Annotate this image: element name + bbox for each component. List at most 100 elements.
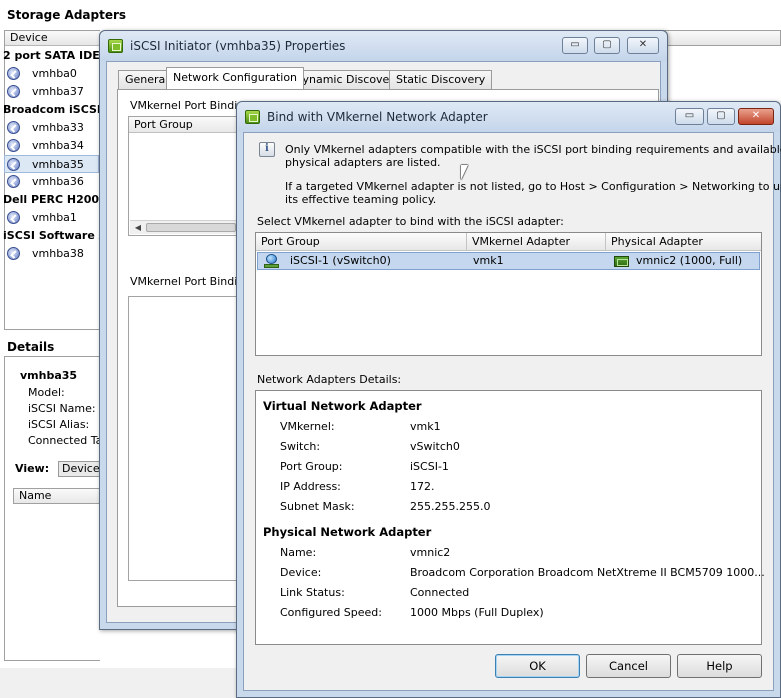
name-key: Name: [280, 546, 317, 559]
subnet-mask-key: Subnet Mask: [280, 500, 355, 513]
maximize-button[interactable]: ▢ [594, 37, 620, 54]
bind-vmkernel-dialog: Bind with VMkernel Network Adapter ▭ ▢ ✕… [236, 101, 781, 698]
minimize-button[interactable]: ▭ [562, 37, 588, 54]
adapter-group[interactable]: Dell PERC H200 I [3, 191, 107, 209]
adapter-label: vmhba36 [32, 175, 84, 188]
vmkernel-adapter-column-header[interactable]: VMkernel Adapter [467, 233, 606, 251]
adapter-label: vmhba38 [32, 247, 84, 260]
port-group-value: iSCSI-1 [410, 460, 449, 473]
row-port-group: iSCSI-1 (vSwitch0) [290, 254, 391, 267]
ip-address-key: IP Address: [280, 480, 341, 493]
adapter-row[interactable]: vmhba33 [7, 119, 84, 137]
row-vmkernel-adapter: vmk1 [473, 254, 504, 267]
adapter-icon [7, 139, 20, 152]
switch-key: Switch: [280, 440, 321, 453]
adapter-row[interactable]: vmhba1 [7, 209, 77, 227]
adapter-row-selected[interactable]: vmhba35 [4, 155, 99, 173]
info-text-line2: physical adapters are listed. [285, 156, 441, 169]
adapter-label: vmhba0 [32, 67, 77, 80]
port-group-column-header[interactable]: Port Group [256, 233, 467, 251]
minimize-button[interactable]: ▭ [675, 108, 704, 125]
adapter-row[interactable]: vmhba38 [7, 245, 84, 263]
adapter-label: vmhba34 [32, 139, 84, 152]
adapter-icon [7, 211, 20, 224]
network-adapters-details: Virtual Network Adapter VMkernel: vmk1 S… [255, 390, 765, 645]
adapter-icon [7, 158, 20, 171]
name-column-header[interactable]: Name [13, 488, 100, 504]
port-group-icon [264, 254, 279, 268]
mouse-cursor-icon [461, 165, 468, 180]
adapter-icon [7, 67, 20, 80]
adapter-row[interactable]: vmhba0 [7, 65, 77, 83]
adapter-row[interactable]: vmhba34 [7, 137, 84, 155]
scroll-thumb[interactable] [146, 223, 236, 232]
device-key: Device: [280, 566, 322, 579]
ip-address-value: 172. [410, 480, 435, 493]
maximize-button[interactable]: ▢ [707, 108, 735, 125]
bind-titlebar[interactable]: Bind with VMkernel Network Adapter ▭ ▢ ✕ [237, 102, 780, 132]
physical-adapter-column-header[interactable]: Physical Adapter [606, 233, 761, 251]
details-iscsi-name-label: iSCSI Name: [28, 402, 96, 415]
switch-value: vSwitch0 [410, 440, 460, 453]
cancel-button[interactable]: Cancel [586, 654, 671, 678]
scroll-left-icon[interactable]: ◀ [132, 222, 144, 233]
horizontal-scrollbar[interactable]: ◀ [130, 220, 246, 234]
details-adapter-name: vmhba35 [20, 369, 78, 382]
name-value: vmnic2 [410, 546, 451, 559]
adapter-row[interactable]: vmhba36 [7, 173, 84, 191]
port-binding-details-box [128, 296, 248, 581]
ok-button[interactable]: OK [495, 654, 580, 678]
adapter-group[interactable]: iSCSI Software A [3, 227, 107, 245]
info-text-line3: If a targeted VMkernel adapter is not li… [285, 180, 781, 193]
adapter-group[interactable]: Broadcom iSCSI [3, 101, 101, 119]
vmkernel-adapter-grid[interactable]: Port Group VMkernel Adapter Physical Ada… [255, 232, 762, 356]
subnet-mask-value: 255.255.255.0 [410, 500, 491, 513]
details-model-label: Model: [28, 386, 65, 399]
table-row-selected[interactable]: iSCSI-1 (vSwitch0) vmk1 vmnic2 (1000, Fu… [257, 252, 760, 270]
vmkernel-port-binding-details-label: VMkernel Port Binding [130, 275, 252, 288]
configured-speed-value: 1000 Mbps (Full Duplex) [410, 606, 544, 619]
adapter-icon [7, 85, 20, 98]
bottom-strip [0, 668, 240, 698]
info-icon [259, 142, 275, 157]
device-column-header[interactable]: Device [5, 31, 100, 46]
info-text-line4: its effective teaming policy. [285, 193, 437, 206]
adapter-label: vmhba33 [32, 121, 84, 134]
info-text-line1: Only VMkernel adapters compatible with t… [285, 143, 781, 156]
device-value: Broadcom Corporation Broadcom NetXtreme … [410, 566, 765, 579]
storage-adapters-title: Storage Adapters [7, 8, 127, 22]
adapter-label: vmhba1 [32, 211, 77, 224]
details-iscsi-alias-label: iSCSI Alias: [28, 418, 90, 431]
vmkernel-key: VMkernel: [280, 420, 335, 433]
properties-titlebar[interactable]: iSCSI Initiator (vmhba35) Properties ▭ ▢… [100, 31, 667, 61]
grid-header-extension [660, 30, 781, 46]
port-group-column-header[interactable]: Port Group [129, 117, 247, 133]
port-group-key: Port Group: [280, 460, 343, 473]
virtual-adapter-heading: Virtual Network Adapter [263, 399, 422, 413]
adapter-group[interactable]: 2 port SATA IDE [3, 47, 100, 65]
bind-title: Bind with VMkernel Network Adapter [267, 110, 488, 124]
details-title: Details [7, 340, 55, 354]
adapter-icon [7, 121, 20, 134]
configured-speed-key: Configured Speed: [280, 606, 382, 619]
view-label: View: [15, 462, 50, 475]
link-status-value: Connected [410, 586, 470, 599]
row-physical-adapter-cell: vmnic2 (1000, Full) [608, 253, 758, 269]
adapter-row[interactable]: vmhba37 [7, 83, 84, 101]
nic-icon [614, 256, 629, 267]
close-button[interactable]: ✕ [627, 37, 659, 54]
tab-static-discovery[interactable]: Static Discovery [389, 70, 493, 89]
row-physical-adapter: vmnic2 (1000, Full) [636, 254, 743, 267]
details-connected-label: Connected Tar [28, 434, 107, 447]
adapter-icon [7, 247, 20, 260]
adapter-icon [7, 175, 20, 188]
adapter-label: vmhba37 [32, 85, 84, 98]
close-button[interactable]: ✕ [738, 108, 774, 125]
physical-adapter-heading: Physical Network Adapter [263, 525, 432, 539]
properties-title: iSCSI Initiator (vmhba35) Properties [130, 39, 346, 53]
help-button[interactable]: Help [677, 654, 762, 678]
port-bindings-list[interactable]: Port Group ◀ [128, 116, 248, 236]
tab-network-configuration[interactable]: Network Configuration [166, 67, 305, 89]
view-devices-button[interactable]: Devices [58, 461, 105, 477]
network-adapters-details-label: Network Adapters Details: [257, 373, 402, 386]
